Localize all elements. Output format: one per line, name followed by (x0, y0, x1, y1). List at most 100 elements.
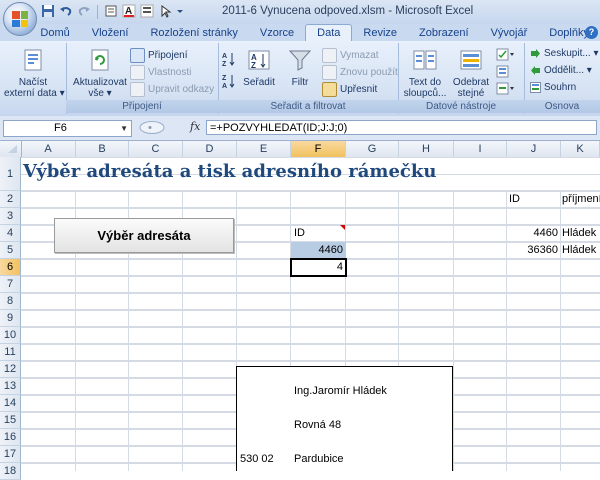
advanced-filter-button[interactable]: Upřesnit (322, 82, 377, 97)
subtotal-button[interactable]: Souhrn (530, 82, 576, 93)
font-color-icon[interactable]: A (121, 4, 137, 20)
cell-f14[interactable]: Ing.Jaromír Hládek (294, 383, 387, 400)
tab-developer[interactable]: Vývojář (480, 25, 539, 41)
redo-icon[interactable] (76, 4, 92, 20)
column-header-j[interactable]: J (507, 141, 561, 157)
tab-page-layout[interactable]: Rozložení stránky (139, 25, 248, 41)
data-validation-button[interactable] (496, 48, 516, 61)
cell-f6[interactable]: 4 (291, 259, 343, 276)
group-data-tools: Text do sloupců... Odebrat stejné Datové… (398, 43, 525, 114)
subtotal-icon (530, 82, 541, 93)
group-button[interactable]: Seskupit... ▾ (530, 48, 599, 59)
edit-links-button[interactable]: Upravit odkazy (130, 82, 214, 97)
cell-f5[interactable]: 4460 (291, 242, 343, 259)
text-to-columns-label-1: Text do (408, 77, 442, 88)
row-header-1[interactable]: 1 (0, 157, 21, 191)
row-header-13[interactable]: 13 (0, 378, 21, 395)
svg-text:Z: Z (251, 61, 256, 70)
remove-duplicates-button[interactable]: Odebrat stejné (450, 47, 492, 99)
row-header-14[interactable]: 14 (0, 395, 21, 412)
help-icon[interactable]: ? (585, 26, 598, 39)
text-to-columns-button[interactable]: Text do sloupců... (402, 47, 448, 99)
get-external-data-button[interactable]: Načíst externí data ▾ (4, 47, 65, 99)
tab-insert[interactable]: Vložení (81, 25, 140, 41)
clear-button[interactable]: Vymazat (322, 48, 379, 63)
row-header-2[interactable]: 2 (0, 191, 21, 208)
outline-group-label: Osnova (524, 100, 600, 113)
column-header-c[interactable]: C (129, 141, 183, 157)
formula-input[interactable]: =+POZVYHLEDAT(ID;J:J;0) (206, 120, 597, 135)
fx-icon[interactable]: fx (190, 120, 200, 133)
sort-az-button[interactable]: AZ (222, 51, 238, 67)
column-header-k[interactable]: K (561, 141, 600, 157)
what-if-button[interactable] (496, 82, 516, 95)
column-header-f[interactable]: F (291, 141, 346, 157)
cell-f18[interactable]: Pardubice (294, 451, 344, 468)
reapply-label: Znovu použít (340, 67, 398, 78)
name-box[interactable]: F6 ▼ (3, 120, 132, 137)
row-header-15[interactable]: 15 (0, 412, 21, 429)
cell-j3[interactable]: ID (509, 191, 520, 208)
filter-icon (282, 47, 318, 76)
remove-duplicates-label-1: Odebrat (452, 77, 490, 88)
worksheet-grid[interactable]: Výběr adresáta a tisk adresního rámečku … (21, 157, 600, 471)
cell-k3[interactable]: příjmení (562, 191, 600, 208)
customize-qat-icon[interactable] (175, 4, 185, 20)
row-header-12[interactable]: 12 (0, 361, 21, 378)
row-header-5[interactable]: 5 (0, 242, 21, 259)
group-sort-filter: AZ ZA AZ Seřadit Filtr Vymazat Znovu pou… (218, 43, 399, 114)
sort-button[interactable]: AZ Seřadit (240, 47, 278, 88)
row-header-8[interactable]: 8 (0, 293, 21, 310)
cell-j4[interactable]: 4460 (507, 225, 558, 242)
sort-az-icon: AZ (222, 53, 235, 67)
ungroup-button[interactable]: Oddělit... ▾ (530, 65, 592, 76)
column-header-d[interactable]: D (183, 141, 237, 157)
cell-k4[interactable]: Hládek (562, 225, 596, 242)
chevron-down-icon[interactable]: ▼ (120, 121, 128, 136)
text-to-columns-label-2: sloupců... (403, 88, 447, 99)
cell-k5[interactable]: Hládek (562, 242, 596, 259)
column-header-e[interactable]: E (237, 141, 291, 157)
column-header-g[interactable]: G (346, 141, 399, 157)
tab-review[interactable]: Revize (352, 25, 408, 41)
tab-data[interactable]: Data (305, 24, 353, 41)
select-arrow-icon[interactable] (157, 4, 173, 20)
connections-button[interactable]: Připojení (130, 48, 187, 63)
row-header-9[interactable]: 9 (0, 310, 21, 327)
save-icon[interactable] (40, 4, 56, 20)
cell-e18[interactable]: 530 02 (240, 451, 274, 468)
row-header-18[interactable]: 18 (0, 463, 21, 480)
sort-za-button[interactable]: ZA (222, 73, 238, 89)
group-arrow-icon (531, 49, 540, 58)
row-header-10[interactable]: 10 (0, 327, 21, 344)
row-header-17[interactable]: 17 (0, 446, 21, 463)
refresh-all-button[interactable]: Aktualizovat vše ▾ (70, 47, 130, 99)
cell-f16[interactable]: Rovná 48 (294, 417, 341, 434)
properties-button[interactable]: Vlastnosti (130, 65, 191, 80)
column-header-h[interactable]: H (399, 141, 454, 157)
column-header-i[interactable]: I (454, 141, 507, 157)
select-all-corner[interactable] (0, 141, 22, 157)
cell-j5[interactable]: 36360 (507, 242, 558, 259)
row-header-4[interactable]: 4 (0, 225, 21, 242)
filter-button[interactable]: Filtr (282, 47, 318, 88)
undo-icon[interactable] (58, 4, 74, 20)
cell-f4[interactable]: ID (294, 225, 305, 242)
column-header-b[interactable]: B (76, 141, 129, 157)
row-header-16[interactable]: 16 (0, 429, 21, 446)
tab-view[interactable]: Zobrazení (408, 25, 480, 41)
select-recipient-button[interactable]: Výběr adresáta (54, 218, 234, 253)
row-header-11[interactable]: 11 (0, 344, 21, 361)
comment-indicator-f4[interactable] (340, 225, 345, 230)
column-header-a[interactable]: A (21, 141, 76, 157)
tab-home[interactable]: Domů (29, 25, 80, 41)
tab-formulas[interactable]: Vzorce (249, 25, 305, 41)
row-header-3[interactable]: 3 (0, 208, 21, 225)
office-button[interactable] (3, 2, 37, 36)
row-header-7[interactable]: 7 (0, 276, 21, 293)
form-icon[interactable] (103, 4, 119, 20)
consolidate-button[interactable] (496, 65, 509, 78)
reapply-button[interactable]: Znovu použít (322, 65, 398, 80)
format-icon[interactable] (139, 4, 155, 20)
row-header-6[interactable]: 6 (0, 259, 21, 276)
